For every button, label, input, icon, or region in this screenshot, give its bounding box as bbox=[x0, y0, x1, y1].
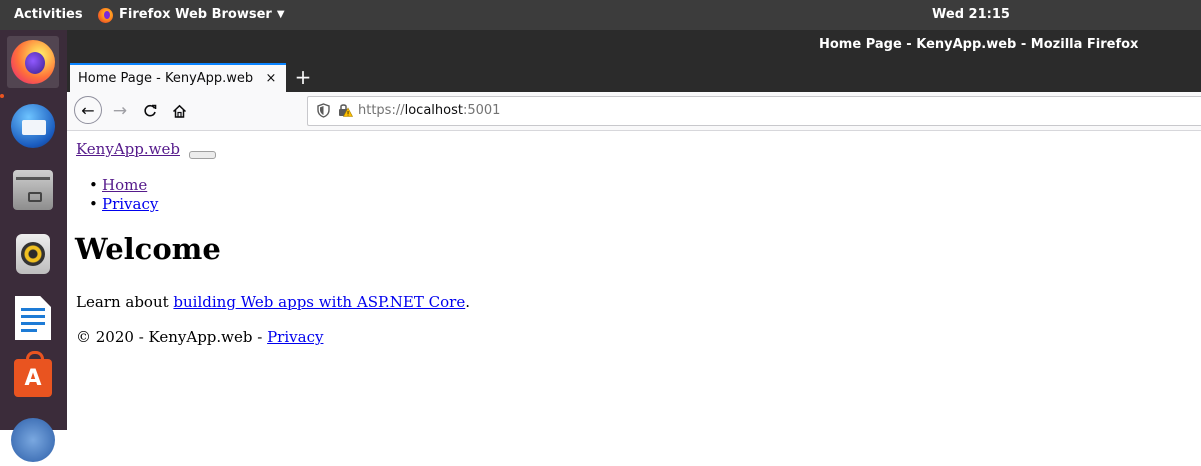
system-top-bar: Activities Firefox Web Browser ▼ Wed 21:… bbox=[0, 0, 1201, 30]
nav-item-privacy: Privacy bbox=[89, 195, 158, 214]
new-tab-button[interactable]: + bbox=[289, 63, 317, 91]
files-icon bbox=[13, 170, 53, 210]
insecure-lock-icon[interactable] bbox=[337, 102, 353, 118]
home-icon bbox=[172, 104, 186, 118]
dock-firefox[interactable] bbox=[7, 36, 59, 88]
url-text[interactable]: https://localhost:5001 bbox=[358, 97, 500, 125]
nav-item-home: Home bbox=[89, 176, 158, 195]
dock-help[interactable] bbox=[7, 414, 59, 466]
learn-text: Learn about bbox=[76, 293, 174, 311]
firefox-icon bbox=[11, 40, 55, 84]
footer-privacy-link[interactable]: Privacy bbox=[267, 328, 323, 346]
aspnet-docs-link[interactable]: building Web apps with ASP.NET Core bbox=[173, 293, 465, 311]
learn-suffix: . bbox=[465, 293, 470, 311]
tab-strip: Home Page - KenyApp.web × + bbox=[67, 60, 1201, 92]
footer: © 2020 - KenyApp.web - Privacy bbox=[76, 328, 323, 346]
dock-software[interactable]: A bbox=[7, 351, 59, 404]
clock[interactable]: Wed 21:15 bbox=[932, 0, 1010, 30]
libreoffice-writer-icon bbox=[15, 296, 51, 340]
dock-files[interactable] bbox=[7, 164, 59, 216]
url-scheme: https:// bbox=[358, 103, 405, 118]
app-menu-button[interactable]: Firefox Web Browser ▼ bbox=[98, 0, 285, 30]
dock-thunderbird[interactable] bbox=[7, 100, 59, 152]
footer-text: © 2020 - KenyApp.web - bbox=[76, 328, 268, 346]
firefox-small-icon bbox=[98, 7, 113, 23]
close-tab-icon[interactable]: × bbox=[264, 71, 278, 86]
dock-rhythmbox[interactable] bbox=[7, 228, 59, 280]
help-icon bbox=[11, 418, 55, 462]
url-host: localhost bbox=[404, 103, 463, 118]
forward-button[interactable]: → bbox=[107, 98, 133, 124]
back-arrow-icon: ← bbox=[81, 100, 95, 120]
back-button[interactable]: ← bbox=[74, 96, 102, 124]
tab-title: Home Page - KenyApp.web bbox=[78, 71, 254, 86]
thunderbird-icon bbox=[11, 104, 55, 148]
url-port: :5001 bbox=[462, 103, 501, 118]
learn-paragraph: Learn about building Web apps with ASP.N… bbox=[76, 293, 470, 311]
forward-arrow-icon: → bbox=[112, 101, 128, 121]
page-heading: Welcome bbox=[75, 232, 221, 266]
dock-writer[interactable] bbox=[7, 292, 59, 344]
rhythmbox-icon bbox=[16, 234, 50, 274]
activities-button[interactable]: Activities bbox=[14, 0, 83, 30]
tab-home-page[interactable]: Home Page - KenyApp.web × bbox=[70, 63, 286, 92]
navbar-toggler-button[interactable] bbox=[189, 151, 216, 159]
ubuntu-software-icon: A bbox=[14, 351, 52, 397]
chevron-down-icon: ▼ bbox=[276, 9, 285, 20]
address-bar[interactable]: https://localhost:5001 bbox=[307, 96, 1201, 126]
running-indicator bbox=[0, 94, 4, 98]
reload-button[interactable] bbox=[137, 98, 163, 124]
dock: A bbox=[0, 30, 67, 462]
nav-link-privacy[interactable]: Privacy bbox=[102, 195, 158, 213]
app-menu-label: Firefox Web Browser bbox=[119, 7, 272, 22]
brand-link[interactable]: KenyApp.web bbox=[76, 140, 180, 158]
home-button[interactable] bbox=[166, 98, 192, 124]
nav-link-home[interactable]: Home bbox=[102, 176, 147, 194]
window-title: Home Page - KenyApp.web - Mozilla Firefo… bbox=[819, 37, 1139, 52]
page-content: KenyApp.web Home Privacy Welcome Learn a… bbox=[67, 131, 1201, 430]
reload-icon bbox=[144, 104, 157, 117]
navigation-toolbar: ← → https://localhost:5001 bbox=[67, 92, 1201, 131]
window-titlebar[interactable]: Home Page - KenyApp.web - Mozilla Firefo… bbox=[67, 30, 1201, 60]
site-nav: Home Privacy bbox=[89, 176, 158, 214]
tracking-shield-icon[interactable] bbox=[317, 103, 330, 118]
